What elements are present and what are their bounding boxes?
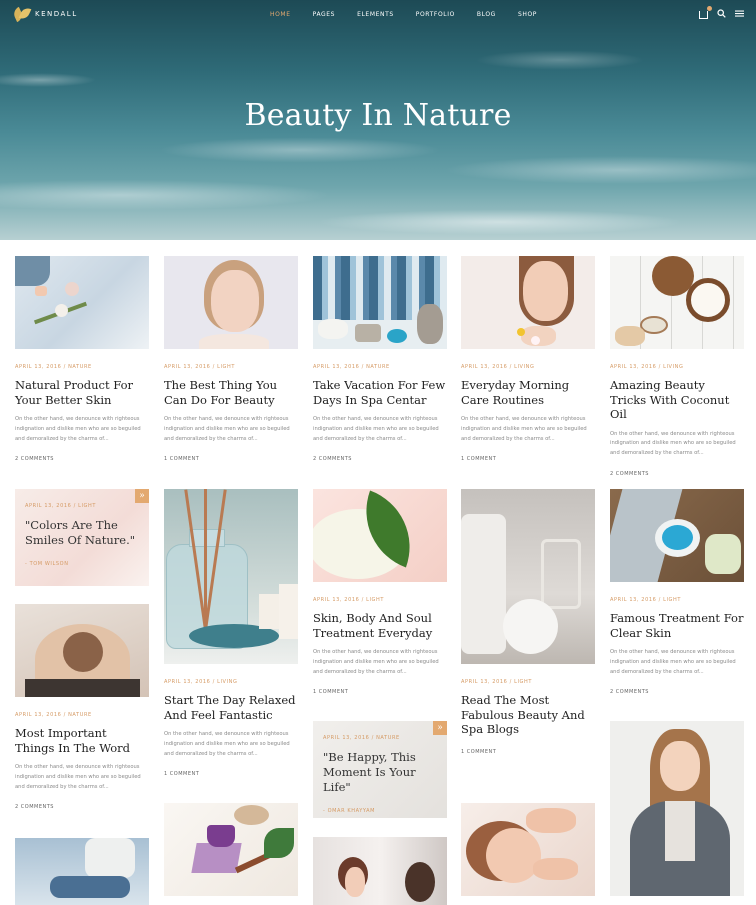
- post-image[interactable]: [164, 256, 298, 349]
- post-title[interactable]: Start The Day Relaxed And Feel Fantastic: [164, 693, 298, 722]
- menu-item-blog[interactable]: BLOG: [477, 11, 496, 18]
- post-card: [610, 721, 744, 896]
- post-excerpt: On the other hand, we denounce with righ…: [164, 416, 290, 442]
- post-meta: APRIL 13, 2016 / LIGHT: [313, 597, 385, 603]
- post-meta: APRIL 13, 2016 / LIVING: [164, 679, 238, 685]
- quote-author: - OMAR KHAYYAM: [323, 808, 376, 814]
- post-image[interactable]: [164, 489, 298, 664]
- post-comments[interactable]: 2 COMMENTS: [15, 456, 149, 462]
- post-image[interactable]: [461, 256, 595, 349]
- post-card: [461, 803, 595, 896]
- search-icon[interactable]: [717, 9, 726, 18]
- post-meta: APRIL 13, 2016 / NATURE: [15, 712, 92, 718]
- menu-item-elements[interactable]: ELEMENTS: [357, 11, 394, 18]
- post-card: APRIL 13, 2016 / LIVING Everyday Morning…: [461, 256, 595, 462]
- post-title[interactable]: Skin, Body And Soul Treatment Everyday: [313, 611, 447, 640]
- post-image[interactable]: [15, 838, 149, 905]
- post-title[interactable]: Read The Most Fabulous Beauty And Spa Bl…: [461, 693, 595, 737]
- post-comments[interactable]: 2 COMMENTS: [610, 689, 744, 695]
- post-title[interactable]: Most Important Things In The Word: [15, 726, 149, 755]
- post-title[interactable]: The Best Thing You Can Do For Beauty: [164, 378, 298, 407]
- post-card: APRIL 13, 2016 / LIGHT Skin, Body And So…: [313, 489, 447, 695]
- post-title[interactable]: Famous Treatment For Clear Skin: [610, 611, 744, 640]
- hero-banner: KENDALL HOME PAGES ELEMENTS PORTFOLIO BL…: [0, 0, 756, 240]
- quote-card[interactable]: » APRIL 13, 2016 / NATURE "Be Happy, Thi…: [313, 721, 447, 818]
- menu-item-portfolio[interactable]: PORTFOLIO: [416, 11, 455, 18]
- post-image[interactable]: [313, 489, 447, 582]
- post-meta: APRIL 13, 2016 / LIVING: [610, 364, 684, 370]
- menu-item-home[interactable]: HOME: [270, 11, 291, 18]
- post-meta: APRIL 13, 2016 / LIVING: [461, 364, 535, 370]
- post-card: [15, 838, 149, 905]
- menu-icon[interactable]: [735, 9, 744, 18]
- post-image[interactable]: [313, 837, 447, 905]
- post-comments[interactable]: 2 COMMENTS: [610, 471, 744, 477]
- post-title[interactable]: Natural Product For Your Better Skin: [15, 378, 149, 407]
- nav-icons: [699, 6, 744, 19]
- post-excerpt: On the other hand, we denounce with righ…: [164, 731, 290, 757]
- quote-author: - TOM WILSON: [25, 561, 69, 567]
- quote-meta: APRIL 13, 2016 / LIGHT: [25, 503, 97, 509]
- post-card: APRIL 13, 2016 / NATURE Most Important T…: [15, 604, 149, 810]
- post-excerpt: On the other hand, we denounce with righ…: [461, 416, 587, 442]
- post-comments[interactable]: 2 COMMENTS: [15, 804, 149, 810]
- leaf-logo-icon: [11, 5, 32, 23]
- post-comments[interactable]: 1 COMMENT: [461, 749, 595, 755]
- post-excerpt: On the other hand, we denounce with righ…: [313, 416, 439, 442]
- post-comments[interactable]: 1 COMMENT: [313, 689, 447, 695]
- logo-text: KENDALL: [35, 10, 78, 18]
- quote-icon: »: [135, 489, 149, 503]
- post-card: APRIL 13, 2016 / LIVING Start The Day Re…: [164, 489, 298, 777]
- quote-text: "Colors Are The Smiles Of Nature.": [25, 518, 136, 547]
- post-excerpt: On the other hand, we denounce with righ…: [313, 649, 439, 675]
- logo[interactable]: KENDALL: [11, 5, 78, 23]
- post-excerpt: On the other hand, we denounce with righ…: [15, 416, 141, 442]
- cart-icon[interactable]: [699, 6, 712, 19]
- post-title[interactable]: Everyday Morning Care Routines: [461, 378, 595, 407]
- menu: HOME PAGES ELEMENTS PORTFOLIO BLOG SHOP: [270, 11, 559, 18]
- post-title[interactable]: Amazing Beauty Tricks With Coconut Oil: [610, 378, 744, 422]
- quote-card[interactable]: » APRIL 13, 2016 / LIGHT "Colors Are The…: [15, 489, 149, 586]
- post-excerpt: On the other hand, we denounce with righ…: [610, 649, 736, 675]
- main-navigation: KENDALL HOME PAGES ELEMENTS PORTFOLIO BL…: [0, 0, 756, 30]
- post-image[interactable]: [15, 256, 149, 349]
- post-card: [313, 837, 447, 905]
- post-meta: APRIL 13, 2016 / LIGHT: [461, 679, 533, 685]
- post-card: APRIL 13, 2016 / NATURE Natural Product …: [15, 256, 149, 462]
- cart-badge: [707, 6, 712, 11]
- post-image[interactable]: [610, 489, 744, 582]
- post-image[interactable]: [461, 489, 595, 664]
- post-image[interactable]: [15, 604, 149, 697]
- post-card: APRIL 13, 2016 / LIGHT The Best Thing Yo…: [164, 256, 298, 462]
- post-meta: APRIL 13, 2016 / LIGHT: [164, 364, 236, 370]
- post-excerpt: On the other hand, we denounce with righ…: [15, 764, 141, 790]
- post-image[interactable]: [610, 256, 744, 349]
- quote-icon: »: [433, 721, 447, 735]
- post-image[interactable]: [164, 803, 298, 896]
- post-card: APRIL 13, 2016 / LIGHT Read The Most Fab…: [461, 489, 595, 755]
- post-meta: APRIL 13, 2016 / NATURE: [15, 364, 92, 370]
- quote-meta: APRIL 13, 2016 / NATURE: [323, 735, 400, 741]
- post-image[interactable]: [461, 803, 595, 896]
- post-card: [164, 803, 298, 896]
- post-image[interactable]: [610, 721, 744, 896]
- post-comments[interactable]: 2 COMMENTS: [313, 456, 447, 462]
- menu-item-pages[interactable]: PAGES: [313, 11, 335, 18]
- post-image[interactable]: [313, 256, 447, 349]
- post-comments[interactable]: 1 COMMENT: [164, 771, 298, 777]
- post-meta: APRIL 13, 2016 / NATURE: [313, 364, 390, 370]
- hero-title: Beauty In Nature: [244, 98, 512, 133]
- post-title[interactable]: Take Vacation For Few Days In Spa Centar: [313, 378, 447, 407]
- post-card: APRIL 13, 2016 / NATURE Take Vacation Fo…: [313, 256, 447, 462]
- quote-text: "Be Happy, This Moment Is Your Life": [323, 750, 416, 794]
- menu-item-shop[interactable]: SHOP: [518, 11, 537, 18]
- post-meta: APRIL 13, 2016 / LIGHT: [610, 597, 682, 603]
- post-excerpt: On the other hand, we denounce with righ…: [610, 430, 736, 457]
- post-comments[interactable]: 1 COMMENT: [164, 456, 298, 462]
- post-comments[interactable]: 1 COMMENT: [461, 456, 595, 462]
- post-card: APRIL 13, 2016 / LIGHT Famous Treatment …: [610, 489, 744, 695]
- post-card: APRIL 13, 2016 / LIVING Amazing Beauty T…: [610, 256, 744, 477]
